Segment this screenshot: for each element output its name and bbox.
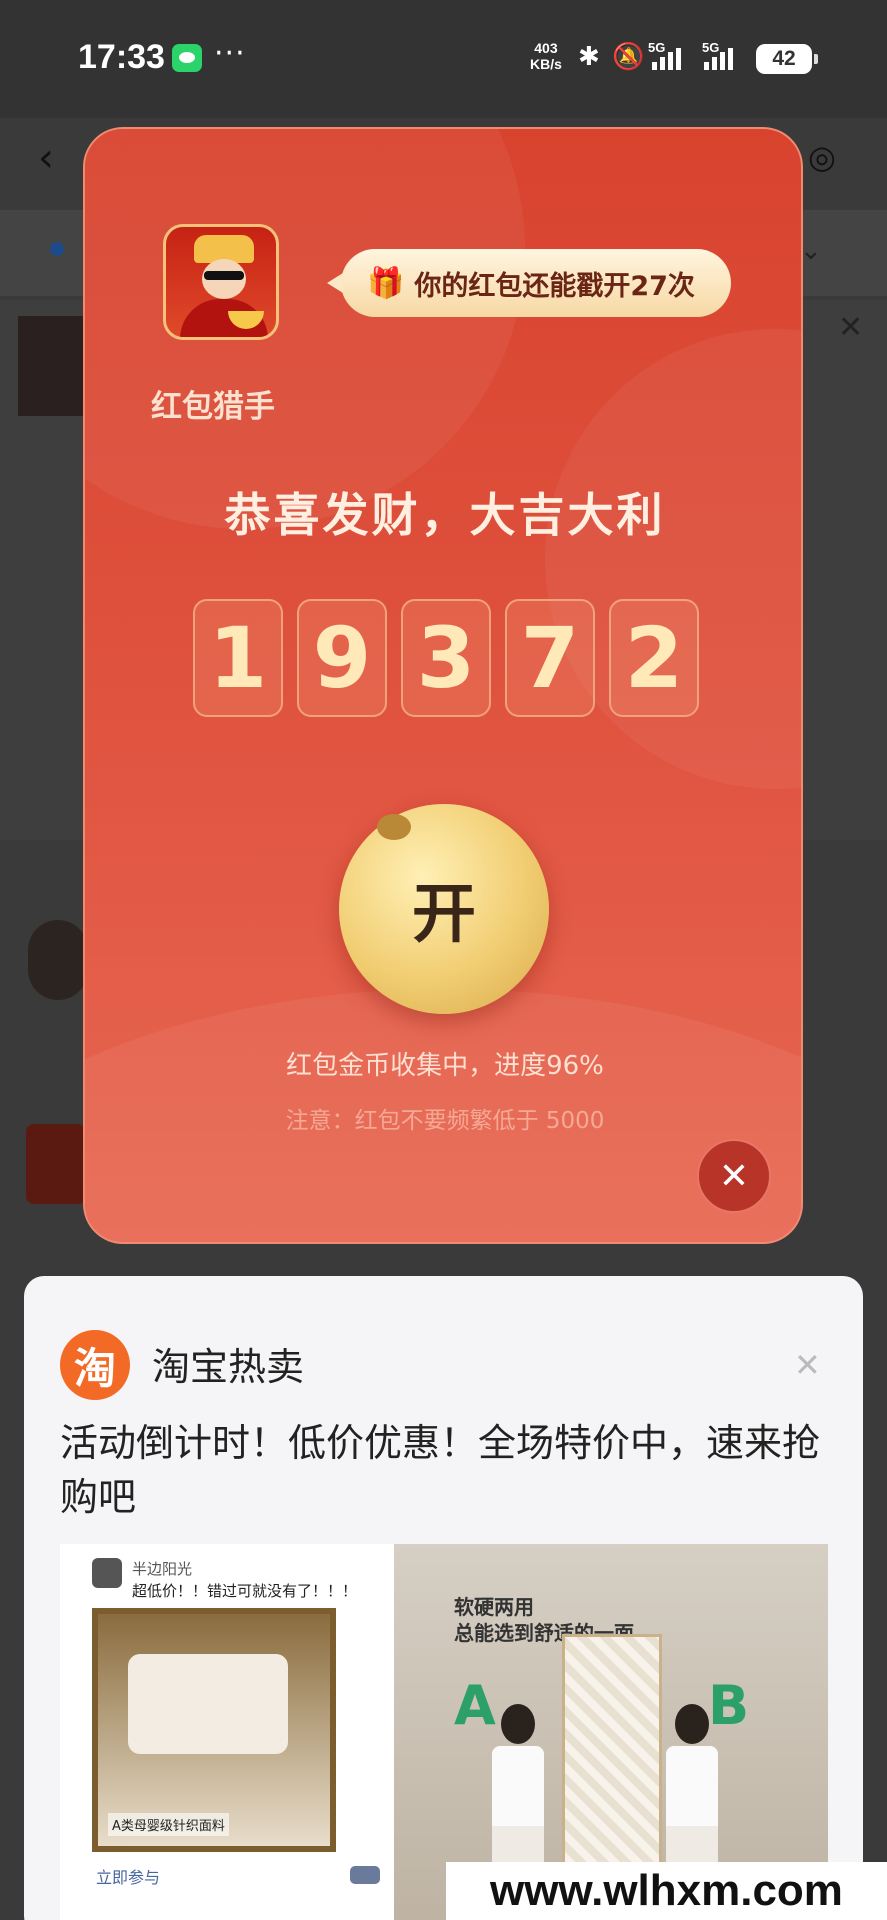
more-notifications-icon: ··· — [214, 36, 246, 71]
open-button[interactable]: 开 — [339, 804, 549, 1014]
counter-digit: 3 — [401, 599, 491, 717]
background-avatar — [28, 920, 88, 1000]
note-text: 注意：红包不要频繁低于 5000 — [285, 1108, 605, 1134]
decor-glow — [85, 129, 525, 529]
background-avatar — [26, 1124, 86, 1204]
model-head — [501, 1704, 535, 1744]
back-arrow-icon: ‹ — [38, 135, 54, 181]
red-packet-app-icon — [163, 224, 279, 340]
status-time: 17:33 — [78, 38, 165, 76]
button-nub — [377, 814, 411, 840]
post-avatar — [92, 1558, 122, 1588]
close-button[interactable]: ✕ — [697, 1139, 771, 1213]
ad-card[interactable]: 淘 淘宝热卖 ✕ 活动倒计时！低价优惠！全场特价中，速来抢购吧 半边阳光 超低价… — [24, 1276, 863, 1920]
ad-text: 活动倒计时！低价优惠！全场特价中，速来抢购吧 — [60, 1421, 821, 1519]
congrats-title: 恭喜发财，大吉大利 — [224, 488, 666, 542]
taobao-logo-icon: 淘 — [60, 1330, 130, 1400]
signal1-bars-icon — [652, 48, 681, 70]
status-bar: 17:33 ··· 403 KB/s ✱ 🔕 5G 5G 42 — [0, 0, 887, 118]
red-packet-modal: 红包猎手 🎁 你的红包还能戳开27次 恭喜发财，大吉大利 1 9 3 7 2 开… — [83, 127, 803, 1244]
watermark: www.wlhxm.com — [446, 1862, 887, 1920]
ad-brand-name: 淘宝热卖 — [152, 1345, 305, 1389]
post-message: 超低价！！错过可就没有了！！！ — [132, 1582, 358, 1600]
photo-pillow — [128, 1654, 288, 1754]
battery-indicator: 42 — [756, 44, 818, 74]
hide-eye-icon: ◎ — [808, 138, 836, 176]
ad-close-icon[interactable]: ✕ — [794, 1346, 821, 1384]
chevron-down-icon: ⌄ — [800, 236, 822, 266]
post-photo: A类母婴级针织面料 — [92, 1608, 336, 1852]
mattress-title-line1: 软硬两用 — [454, 1595, 534, 1619]
decor-glow — [545, 329, 801, 789]
app-name: 红包猎手 — [151, 389, 275, 425]
net-speed-value: 403 — [534, 40, 558, 56]
post-caption: A类母婴级针织面料 — [108, 1813, 229, 1836]
progress-text: 红包金币收集中，进度96% — [286, 1051, 604, 1081]
counter-digit: 7 — [505, 599, 595, 717]
counter-digit: 2 — [609, 599, 699, 717]
background-dot-icon — [50, 242, 64, 256]
net-speed: 403 KB/s — [530, 40, 562, 72]
remaining-count-text: 你的红包还能戳开27次 — [414, 270, 695, 302]
model-head — [675, 1704, 709, 1744]
icon-glasses — [204, 271, 244, 280]
ad-image-left[interactable]: 半边阳光 超低价！！错过可就没有了！！！ A类母婴级针织面料 立即参与 — [60, 1544, 396, 1920]
signal2-bars-icon — [704, 48, 733, 70]
coin-counter: 1 9 3 7 2 — [193, 599, 699, 717]
wechat-notification-icon — [172, 44, 202, 72]
background-avatar — [18, 316, 86, 416]
mute-bell-icon: 🔕 — [612, 42, 645, 72]
post-user: 半边阳光 — [132, 1560, 193, 1578]
close-icon: ✕ — [718, 1155, 750, 1197]
chat-icon — [350, 1866, 380, 1884]
bluetooth-icon: ✱ — [578, 42, 600, 72]
gift-icon: 🎁 — [367, 265, 405, 301]
open-button-label: 开 — [412, 878, 476, 952]
net-speed-unit: KB/s — [530, 56, 562, 72]
remaining-count-bubble: 🎁 你的红包还能戳开27次 — [327, 249, 731, 317]
counter-digit: 9 — [297, 599, 387, 717]
background-close-icon: ✕ — [838, 310, 864, 345]
join-link[interactable]: 立即参与 — [96, 1864, 160, 1888]
counter-digit: 1 — [193, 599, 283, 717]
